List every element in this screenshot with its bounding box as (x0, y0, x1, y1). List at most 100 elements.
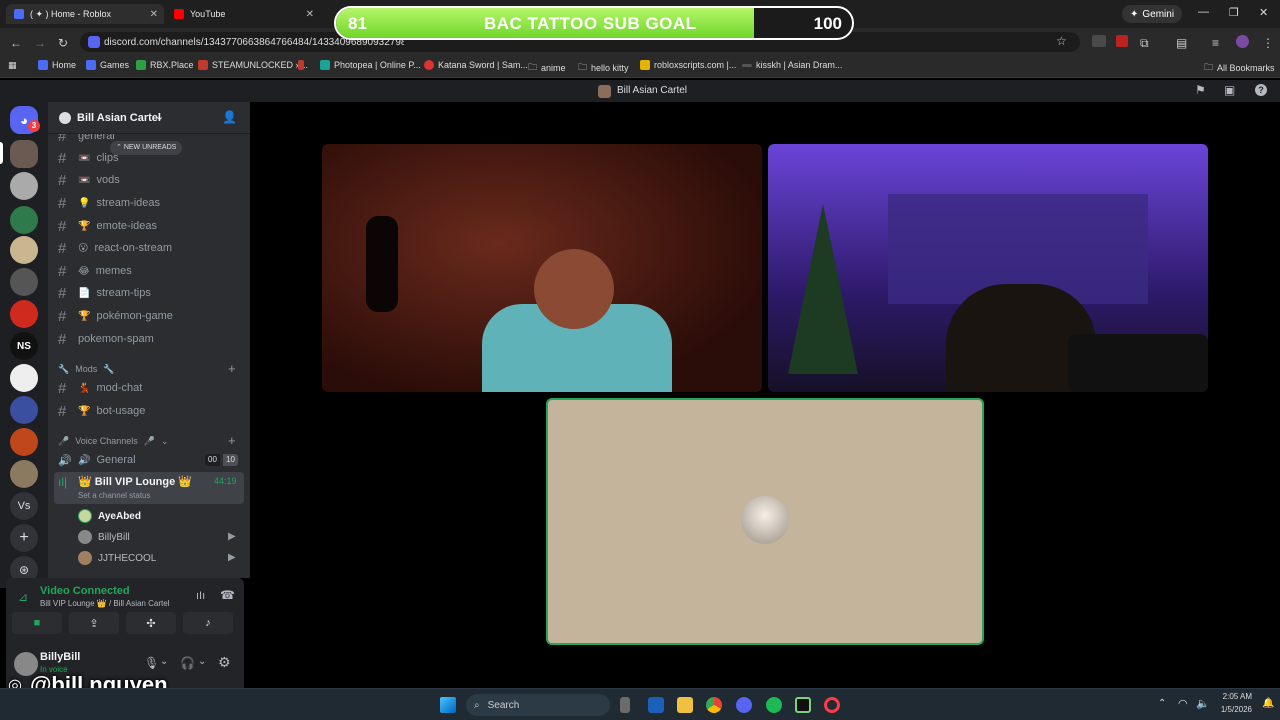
store-icon[interactable] (648, 697, 664, 713)
server-icon[interactable] (10, 364, 38, 392)
voice-channel-general[interactable]: 🔊 🔊 General (58, 450, 136, 470)
bookmark-photopea[interactable]: Photopea | Online P... (320, 60, 421, 70)
channel-vods[interactable]: # 📼 vods (58, 170, 120, 190)
activities-button[interactable]: ✣ (126, 612, 176, 634)
minimize-icon[interactable]: — (1198, 6, 1209, 18)
server-icon[interactable] (10, 300, 38, 328)
tab-youtube[interactable]: YouTube ✕ (166, 4, 320, 24)
bookmark-steamunlocked[interactable]: STEAMUNLOCKED »... (198, 60, 308, 70)
bookmark-kisskh[interactable]: kisskh | Asian Dram... (742, 60, 842, 70)
channel-clips[interactable]: # 📼 clips (58, 148, 118, 168)
add-server-icon[interactable]: + (10, 524, 38, 552)
clock-date[interactable]: 1/5/2026 (1216, 705, 1252, 714)
add-channel-icon[interactable]: + (228, 361, 236, 376)
inbox-icon[interactable]: ▣ (1224, 83, 1235, 97)
server-ns[interactable]: NS (10, 332, 38, 360)
channel-stream-ideas[interactable]: # 💡 stream-ideas (58, 193, 160, 213)
voice-member[interactable]: AyeAbed (78, 508, 141, 524)
category-voice-channels[interactable]: 🎤 Voice Channels 🎤 ⌄ (58, 431, 169, 451)
channel-stream-tips[interactable]: # 📄 stream-tips (58, 283, 151, 303)
chevron-up-icon[interactable]: ⌃ (1158, 698, 1166, 709)
add-channel-icon[interactable]: + (228, 433, 236, 448)
chevron-down-icon[interactable]: ⌄ (198, 656, 206, 667)
channel-pokemon-game[interactable]: # 🏆 pokémon-game (58, 306, 173, 326)
channel-memes[interactable]: # 😂 memes (58, 261, 132, 281)
all-bookmarks[interactable]: 🗀 All Bookmarks (1204, 60, 1275, 76)
server-icon[interactable] (10, 268, 38, 296)
flag-icon[interactable]: ⚑ (1195, 83, 1206, 97)
noise-suppression-icon[interactable]: ıIı (196, 590, 205, 602)
clock-time[interactable]: 2:05 AM (1220, 692, 1252, 701)
server-header[interactable]: Bill Asian Cartel ⌄ 👤 (48, 102, 250, 134)
file-explorer-icon[interactable] (677, 697, 693, 713)
discord-icon[interactable] (736, 697, 752, 713)
bookmark-home[interactable]: Home (38, 60, 76, 70)
soundboard-button[interactable]: ♪ (183, 612, 233, 634)
extensions-puzzle-icon[interactable]: ⧉ (1140, 36, 1149, 51)
video-tile-user-2[interactable] (768, 144, 1208, 392)
chrome-icon[interactable] (706, 697, 722, 713)
channel-bot-usage[interactable]: # 🏆 bot-usage (58, 401, 145, 421)
tab-roblox[interactable]: ( ✦ ) Home - Roblox ✕ (6, 4, 164, 24)
voice-member[interactable]: JJTHECOOL (78, 550, 156, 566)
screen-share-button[interactable]: ⇪ (69, 612, 119, 634)
profile-avatar[interactable] (1236, 35, 1249, 48)
bookmark-rbxplace[interactable]: RBX.Place (136, 60, 194, 70)
chevron-down-icon[interactable]: ⌄ (160, 656, 168, 667)
extension-red-icon[interactable] (1116, 35, 1128, 47)
media-icon[interactable]: ≡ (1212, 36, 1219, 50)
server-icon[interactable] (10, 206, 38, 234)
taskbar-search[interactable]: ⌕ Search (466, 694, 610, 716)
maximize-icon[interactable]: ❐ (1229, 6, 1239, 19)
bookmark-red[interactable] (298, 60, 304, 70)
new-unreads-pill[interactable]: ⌃ NEW UNREADS (110, 141, 183, 155)
forward-icon[interactable]: → (34, 36, 46, 50)
disconnect-icon[interactable]: ☎ (220, 588, 235, 602)
channel-emote-ideas[interactable]: # 🏆 emote-ideas (58, 216, 157, 236)
invite-user-icon[interactable]: 👤 (222, 110, 237, 124)
connection-location[interactable]: Bill VIP Lounge 👑 / Bill Asian Cartel (40, 599, 169, 608)
reload-icon[interactable]: ↻ (58, 36, 68, 50)
close-tab-icon[interactable]: ✕ (150, 9, 158, 20)
bookmark-robloxscripts[interactable]: robloxscripts.com |... (640, 60, 736, 70)
server-icon[interactable] (10, 236, 38, 264)
headphones-icon[interactable]: 🎧 (180, 656, 195, 670)
opera-icon[interactable] (824, 697, 840, 713)
channel-status[interactable]: Set a channel status (78, 491, 151, 500)
server-icon[interactable] (10, 172, 38, 200)
bookmark-katana[interactable]: Katana Sword | Sam... (424, 60, 528, 70)
server-bill-asian-cartel[interactable] (10, 140, 38, 168)
close-tab-icon[interactable]: ✕ (306, 9, 314, 20)
bookmark-hellokitty[interactable]: 🗀 hello kitty (578, 60, 629, 76)
gear-icon[interactable]: ⚙ (218, 654, 231, 671)
signal-icon[interactable]: ⊿ (18, 590, 28, 604)
microphone-icon[interactable]: 🎙 (144, 656, 159, 670)
windows-start-icon[interactable] (440, 697, 456, 713)
gemini-button[interactable]: ✦ Gemini (1122, 5, 1183, 23)
notification-bell-icon[interactable]: 🔔 (1262, 698, 1274, 709)
server-icon[interactable] (10, 460, 38, 488)
volume-icon[interactable]: 🔈 (1196, 697, 1210, 710)
help-icon[interactable]: ? (1255, 84, 1267, 96)
channel-mod-chat[interactable]: # 💃 mod-chat (58, 378, 142, 398)
camera-button[interactable]: ■ (12, 612, 62, 634)
server-icon[interactable] (10, 428, 38, 456)
bookmark-anime[interactable]: 🗀 anime (528, 60, 566, 76)
menu-kebab-icon[interactable]: ⋮ (1262, 36, 1274, 50)
apps-grid-icon[interactable]: ▦ (8, 60, 17, 71)
server-icon[interactable] (10, 396, 38, 424)
wifi-icon[interactable]: ◠ (1178, 697, 1188, 710)
bookmark-star-icon[interactable]: ☆ (1056, 34, 1067, 48)
app-icon[interactable] (795, 697, 811, 713)
video-tile-user-3-audio[interactable] (546, 398, 984, 645)
category-mods[interactable]: 🔧 Mods 🔧 (58, 359, 114, 379)
bookmark-games[interactable]: Games (86, 60, 129, 70)
spotify-icon[interactable] (766, 697, 782, 713)
video-tile-user-1[interactable] (322, 144, 762, 392)
tab-search-icon[interactable]: ▤ (1176, 36, 1187, 50)
close-window-icon[interactable]: ✕ (1259, 6, 1268, 19)
channel-pokemon-spam[interactable]: # pokemon-spam (58, 329, 154, 349)
channel-react-on-stream[interactable]: # 😮 react-on-stream (58, 238, 172, 258)
server-vs[interactable]: Vs (10, 492, 38, 520)
extension-icon[interactable] (1092, 35, 1106, 47)
